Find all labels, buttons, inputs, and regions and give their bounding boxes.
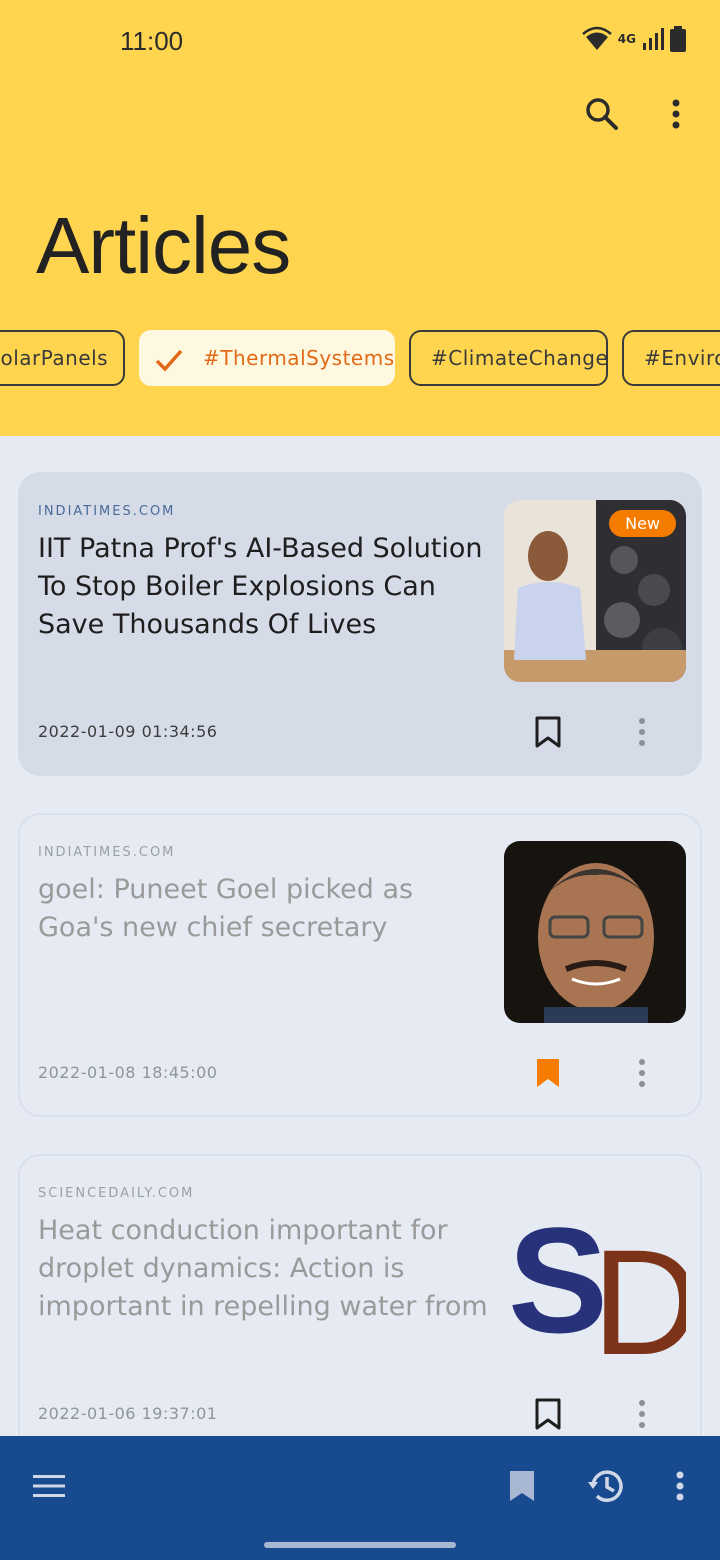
overflow-menu-button[interactable] [652,90,700,138]
chip-label: #ClimateChange [431,346,609,370]
more-vert-icon [676,1471,684,1501]
history-button[interactable] [582,1462,630,1510]
saved-articles-button[interactable] [498,1462,546,1510]
bookmark-button[interactable] [524,708,572,756]
more-vert-icon [672,99,680,129]
status-bar: 11:00 4G [0,0,720,80]
bottom-more-button[interactable] [656,1462,704,1510]
article-more-button[interactable] [618,1390,666,1438]
chip-thermalsystems[interactable]: #ThermalSystems [139,330,395,386]
article-card[interactable]: INDIATIMES.COM goel: Puneet Goel picked … [18,813,702,1117]
signal-icon [643,28,664,50]
battery-icon [670,26,686,52]
article-headline: Heat conduction important for droplet dy… [38,1215,488,1322]
chip-label: #Environment [644,346,720,370]
status-time: 11:00 [120,26,184,56]
wifi-icon [581,26,612,50]
article-thumbnail: New [504,500,686,682]
tag-chip-row[interactable]: #SolarPanels #ThermalSystems #ClimateCha… [0,330,720,386]
bookmark-button[interactable] [524,1049,572,1097]
article-more-button[interactable] [618,708,666,756]
chip-solarpanels[interactable]: #SolarPanels [0,330,125,386]
page-title: Articles [36,201,291,290]
article-card[interactable]: SCIENCEDAILY.COM Heat conduction importa… [18,1154,702,1454]
svg-text:D: D [592,1218,686,1364]
bookmark-button[interactable] [524,1390,572,1438]
article-headline: goel: Puneet Goel picked as Goa's new ch… [38,874,414,943]
chip-label: #SolarPanels [0,346,109,370]
search-button[interactable] [578,90,626,138]
more-vert-icon [639,718,645,746]
chip-environment[interactable]: #Environment [622,330,720,386]
bookmark-icon [510,1471,534,1501]
article-date: 2022-01-09 01:34:56 [38,722,218,741]
chip-label: #ThermalSystems [203,346,395,370]
nav-menu-button[interactable] [25,1462,73,1510]
article-date: 2022-01-08 18:45:00 [38,1063,218,1082]
article-source: INDIATIMES.COM [38,504,176,519]
article-source: SCIENCEDAILY.COM [38,1186,195,1201]
sciencedaily-logo: S D [504,1182,686,1364]
app-header: 11:00 4G Articles olarPanels #ThermalSys… [0,0,720,436]
article-card[interactable]: INDIATIMES.COM IIT Patna Prof's AI-Based… [18,472,702,776]
new-badge: New [609,510,676,537]
search-icon [586,98,618,130]
check-icon [155,349,183,372]
article-thumbnail: S D [504,1182,686,1364]
bookmark-outline-icon [535,716,561,748]
more-vert-icon [639,1400,645,1428]
status-icons: 4G [581,26,686,52]
history-icon [588,1470,623,1502]
gesture-navigation-bar[interactable] [264,1542,456,1548]
network-type-label: 4G [617,32,636,46]
bookmark-filled-icon [537,1059,559,1087]
more-vert-icon [639,1059,645,1087]
article-date: 2022-01-06 19:37:01 [38,1404,218,1423]
article-more-button[interactable] [618,1049,666,1097]
thumbnail-image [504,841,686,1023]
article-thumbnail [504,841,686,1023]
chip-climatechange[interactable]: #ClimateChange [409,330,608,386]
menu-icon [33,1475,65,1497]
article-source: INDIATIMES.COM [38,845,176,860]
bookmark-outline-icon [535,1398,561,1430]
article-headline: IIT Patna Prof's AI-Based Solution To St… [38,533,483,640]
